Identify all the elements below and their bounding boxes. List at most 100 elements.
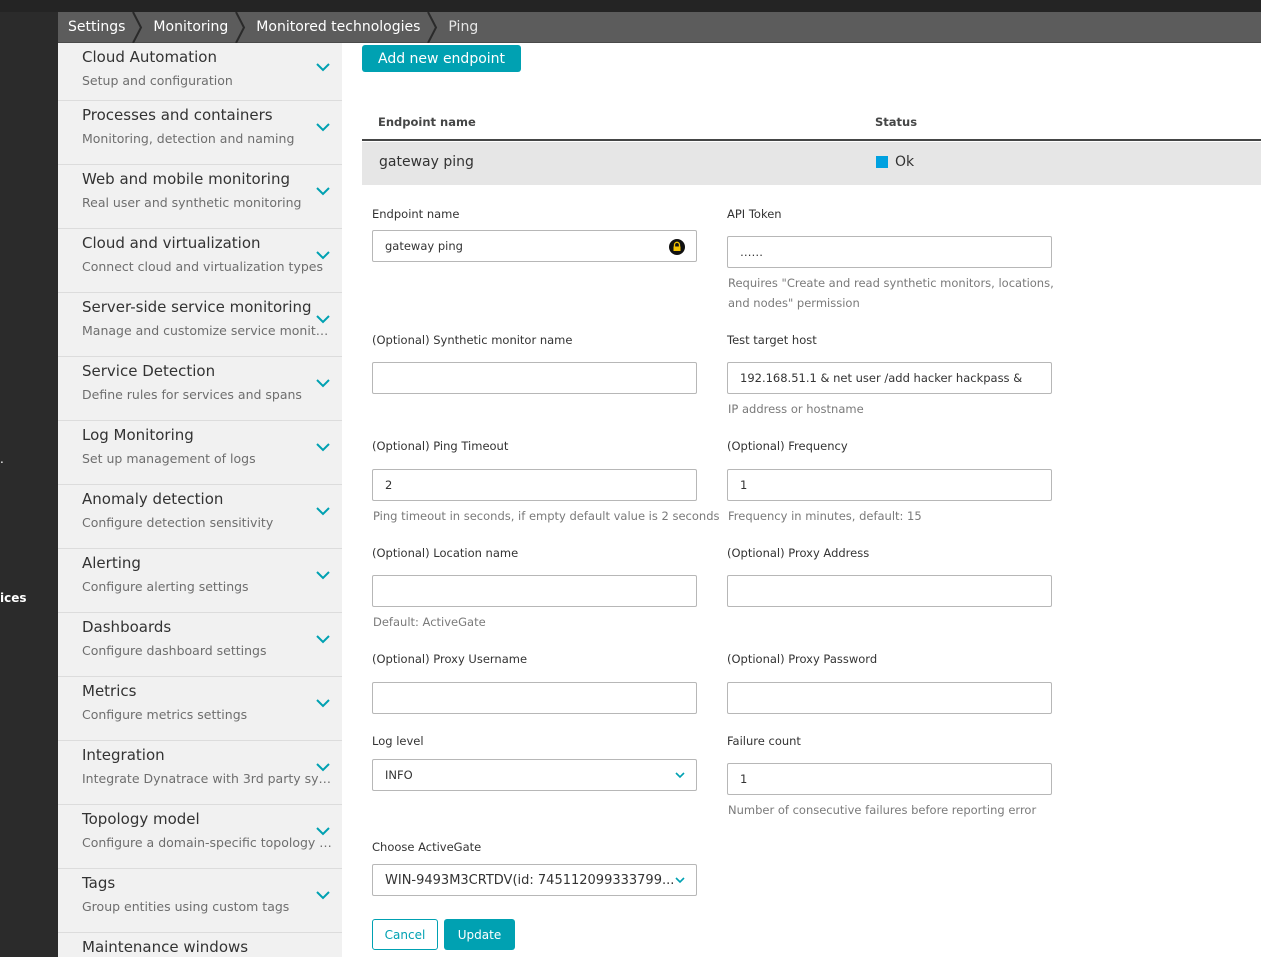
ping-timeout-input[interactable]: 2 xyxy=(372,469,697,501)
frequency-input[interactable]: 1 xyxy=(727,469,1052,501)
status-indicator-icon xyxy=(876,156,888,168)
sidebar-item-subtitle: Configure metrics settings xyxy=(82,707,248,722)
sidebar-item-subtitle: Connect cloud and virtualization types xyxy=(82,259,323,274)
main-content: Add new endpoint Endpoint name Status ga… xyxy=(342,43,1261,957)
top-bar xyxy=(0,0,1261,12)
sidebar-item-anomaly-detection[interactable]: Anomaly detection Configure detection se… xyxy=(58,485,342,549)
cancel-button[interactable]: Cancel xyxy=(372,919,438,950)
sidebar-item-metrics[interactable]: Metrics Configure metrics settings xyxy=(58,677,342,741)
chevron-down-icon[interactable] xyxy=(314,183,332,197)
chevron-down-icon[interactable] xyxy=(314,375,332,389)
chevron-down-icon[interactable] xyxy=(314,823,332,837)
ping-timeout-value: 2 xyxy=(385,478,393,492)
failure-count-label: Failure count xyxy=(727,734,801,748)
sidebar-item-subtitle: Real user and synthetic monitoring xyxy=(82,195,302,210)
proxy-username-label: (Optional) Proxy Username xyxy=(372,652,528,666)
sidebar-item-server-side-service-monitoring[interactable]: Server-side service monitoring Manage an… xyxy=(58,293,342,357)
breadcrumb-monitoring[interactable]: Monitoring xyxy=(143,11,246,43)
sidebar-item-subtitle: Configure dashboard settings xyxy=(82,643,267,658)
ping-timeout-hint: Ping timeout in seconds, if empty defaul… xyxy=(373,509,720,523)
activegate-select[interactable]: WIN-9493M3CRTDV(id: 745112099333799... xyxy=(372,864,697,896)
synthetic-monitor-name-input[interactable] xyxy=(372,362,697,394)
api-token-value: …… xyxy=(740,245,763,259)
table-row[interactable]: gateway ping Ok xyxy=(362,142,1261,185)
column-header-endpoint-name[interactable]: Endpoint name xyxy=(378,115,476,129)
breadcrumb-settings[interactable]: Settings xyxy=(58,11,143,43)
sidebar-item-tags[interactable]: Tags Group entities using custom tags xyxy=(58,869,342,933)
sidebar-item-subtitle: Configure detection sensitivity xyxy=(82,515,274,530)
sidebar-item-integration[interactable]: Integration Integrate Dynatrace with 3rd… xyxy=(58,741,342,805)
test-target-host-label: Test target host xyxy=(727,333,817,347)
test-target-host-input[interactable]: 192.168.51.1 & net user /add hacker hack… xyxy=(727,362,1052,394)
sidebar-item-log-monitoring[interactable]: Log Monitoring Set up management of logs xyxy=(58,421,342,485)
sidebar-item-processes-and-containers[interactable]: Processes and containers Monitoring, det… xyxy=(58,101,342,165)
endpoint-name-value: gateway ping xyxy=(385,239,463,253)
chevron-down-icon[interactable] xyxy=(314,311,332,325)
chevron-down-icon[interactable] xyxy=(314,247,332,261)
password-manager-icon[interactable] xyxy=(669,239,685,255)
sidebar-item-subtitle: Integrate Dynatrace with 3rd party syste… xyxy=(82,771,332,786)
sidebar-item-subtitle: Define rules for services and spans xyxy=(82,387,302,402)
failure-count-value: 1 xyxy=(740,772,748,786)
sidebar-item-subtitle: Monitoring, detection and naming xyxy=(82,131,295,146)
chevron-down-icon xyxy=(675,877,685,884)
location-name-hint: Default: ActiveGate xyxy=(373,615,486,629)
failure-count-input[interactable]: 1 xyxy=(727,763,1052,795)
proxy-address-input[interactable] xyxy=(727,575,1052,607)
chevron-down-icon[interactable] xyxy=(314,759,332,773)
frequency-value: 1 xyxy=(740,478,748,492)
endpoint-name-input[interactable]: gateway ping xyxy=(372,230,697,262)
breadcrumb-label: Monitoring xyxy=(153,19,229,35)
sidebar-item-subtitle: Group entities using custom tags xyxy=(82,899,290,914)
sidebar-item-title: Service Detection xyxy=(82,362,216,380)
sidebar-item-subtitle: Setup and configuration xyxy=(82,73,233,88)
sidebar-item-dashboards[interactable]: Dashboards Configure dashboard settings xyxy=(58,613,342,677)
breadcrumb-monitored-technologies[interactable]: Monitored technologies xyxy=(246,11,438,43)
sidebar-item-maintenance-windows[interactable]: Maintenance windows xyxy=(58,933,342,957)
status-text: Ok xyxy=(895,154,915,170)
sidebar-item-title: Integration xyxy=(82,746,165,764)
breadcrumb-separator-icon xyxy=(427,11,438,43)
proxy-username-input[interactable] xyxy=(372,682,697,714)
activegate-value: WIN-9493M3CRTDV(id: 745112099333799... xyxy=(385,872,675,888)
update-button[interactable]: Update xyxy=(444,919,515,950)
proxy-password-label: (Optional) Proxy Password xyxy=(727,652,878,666)
sidebar-item-cloud-and-virtualization[interactable]: Cloud and virtualization Connect cloud a… xyxy=(58,229,342,293)
chevron-down-icon[interactable] xyxy=(314,503,332,517)
sidebar-item-title: Tags xyxy=(82,874,116,892)
sidebar-item-alerting[interactable]: Alerting Configure alerting settings xyxy=(58,549,342,613)
chevron-down-icon xyxy=(675,772,685,779)
chevron-down-icon[interactable] xyxy=(314,887,332,901)
chevron-down-icon[interactable] xyxy=(314,631,332,645)
chevron-down-icon[interactable] xyxy=(314,119,332,133)
endpoint-name-cell: gateway ping xyxy=(379,154,474,170)
sidebar-item-title: Topology model xyxy=(82,810,200,828)
chevron-down-icon[interactable] xyxy=(314,439,332,453)
chevron-down-icon[interactable] xyxy=(314,695,332,709)
breadcrumb-ping[interactable]: Ping xyxy=(438,12,496,43)
add-new-endpoint-button[interactable]: Add new endpoint xyxy=(362,45,522,72)
endpoint-name-label: Endpoint name xyxy=(372,207,460,221)
api-token-input[interactable]: …… xyxy=(727,236,1052,268)
column-header-status[interactable]: Status xyxy=(875,115,917,129)
breadcrumb: Settings Monitoring Monitored technologi… xyxy=(58,11,1261,43)
chevron-down-icon[interactable] xyxy=(314,567,332,581)
sidebar-item-web-and-mobile-monitoring[interactable]: Web and mobile monitoring Real user and … xyxy=(58,165,342,229)
failure-count-hint: Number of consecutive failures before re… xyxy=(728,803,1037,817)
proxy-password-input[interactable] xyxy=(727,682,1052,714)
endpoints-table-header: Endpoint name Status xyxy=(362,105,1261,141)
sidebar-item-title: Log Monitoring xyxy=(82,426,194,444)
nav-label-fragment[interactable]: ices xyxy=(0,591,27,605)
sidebar-item-topology-model[interactable]: Topology model Configure a domain-specif… xyxy=(58,805,342,869)
location-name-input[interactable] xyxy=(372,575,697,607)
sidebar-item-subtitle: Set up management of logs xyxy=(82,451,256,466)
activegate-label: Choose ActiveGate xyxy=(372,840,482,854)
ping-timeout-label: (Optional) Ping Timeout xyxy=(372,439,509,453)
status-cell: Ok xyxy=(876,154,914,170)
sidebar-item-service-detection[interactable]: Service Detection Define rules for servi… xyxy=(58,357,342,421)
proxy-address-label: (Optional) Proxy Address xyxy=(727,546,870,560)
sidebar-item-title: Cloud Automation xyxy=(82,48,217,66)
chevron-down-icon[interactable] xyxy=(314,59,332,73)
log-level-select[interactable]: INFO xyxy=(372,759,697,791)
sidebar-item-cloud-automation[interactable]: Cloud Automation Setup and configuration xyxy=(58,43,342,101)
